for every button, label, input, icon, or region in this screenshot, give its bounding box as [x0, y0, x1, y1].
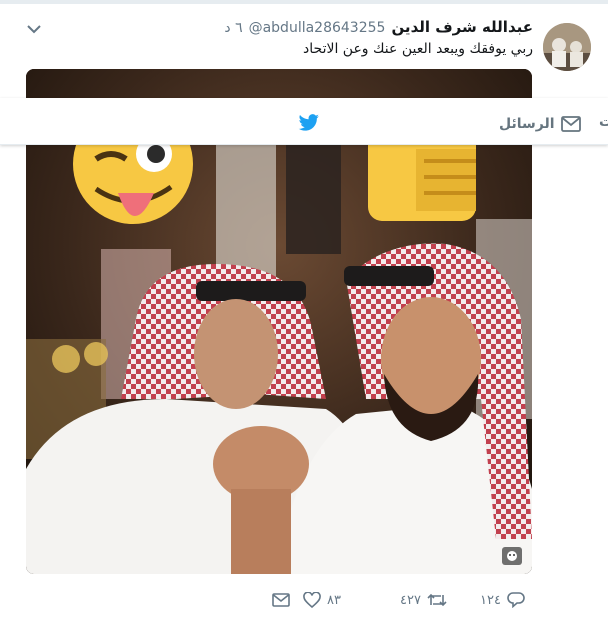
- face-badge-icon[interactable]: [502, 547, 522, 565]
- retweet-count: ٤٢٧: [400, 592, 421, 608]
- direct-message-icon: [272, 593, 290, 607]
- like-action[interactable]: ٨٣: [303, 590, 341, 610]
- twitter-bird-icon[interactable]: [298, 114, 320, 132]
- like-count: ٨٣: [327, 592, 341, 608]
- author-name[interactable]: عبدالله شرف الدين: [391, 18, 533, 36]
- envelope-icon: [560, 116, 581, 132]
- tweet-time[interactable]: ٦ د: [224, 20, 242, 36]
- nav-messages-label: الرسائل: [499, 116, 555, 132]
- retweet-action[interactable]: ٤٢٧: [400, 590, 447, 610]
- nav-messages[interactable]: الرسائل: [499, 113, 581, 135]
- heart-icon: [303, 592, 321, 608]
- dm-action[interactable]: [272, 590, 290, 610]
- avatar[interactable]: [543, 23, 591, 71]
- chevron-down-icon[interactable]: [26, 22, 42, 36]
- tweet-text: ربي يوفقك ويبعد العين عنك وعن الاتحاد: [303, 41, 533, 57]
- nav-item-cutoff[interactable]: ت: [599, 114, 608, 130]
- author-handle[interactable]: @abdulla28643255: [249, 20, 386, 36]
- reply-action[interactable]: ١٢٤: [480, 590, 525, 610]
- tweet-card[interactable]: عبدالله شرف الدين @abdulla28643255 ٦ د ر…: [0, 0, 608, 617]
- tweet-header: عبدالله شرف الدين @abdulla28643255 ٦ د: [224, 18, 533, 40]
- tweet-actions: ٨٣ ٤٢٧ ١٢٤: [0, 590, 608, 610]
- reply-count: ١٢٤: [480, 592, 501, 608]
- retweet-icon: [427, 593, 447, 607]
- reply-icon: [507, 592, 525, 608]
- top-divider: [0, 0, 608, 4]
